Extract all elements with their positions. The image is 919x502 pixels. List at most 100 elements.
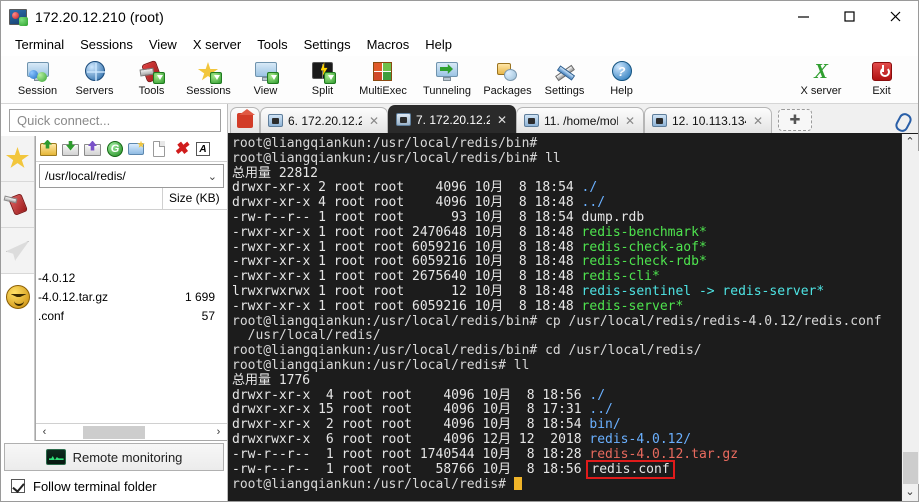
tab-session-12[interactable]: 12. 10.113.134.3 ✕	[644, 107, 772, 133]
follow-terminal-folder-checkbox[interactable]	[11, 479, 25, 493]
terminal-text: redis-benchmark*	[581, 224, 707, 240]
toolbar-xserver-button[interactable]: X X server	[789, 58, 853, 104]
terminal-output[interactable]: root@liangqiankun:/usr/local/redis/bin# r…	[228, 134, 901, 501]
toolbar-sessions-button[interactable]: Sessions	[180, 58, 237, 104]
toolbar-settings-label: Settings	[544, 85, 585, 97]
terminal-text: redis-sentinel -> redis-server*	[581, 283, 825, 299]
toolbar-split-button[interactable]: Split	[294, 58, 351, 104]
terminal-text: ../	[589, 402, 613, 418]
toolbar-servers-button[interactable]: Servers	[66, 58, 123, 104]
tab-home[interactable]	[230, 107, 260, 133]
terminal-line: root@liangqiankun:/usr/local/redis/bin# …	[232, 343, 901, 359]
scroll-up-icon[interactable]: ⌃	[902, 134, 919, 151]
list-item[interactable]: -4.0.12	[36, 268, 227, 287]
hscroll-trough[interactable]	[53, 425, 210, 439]
scroll-left-icon[interactable]: ‹	[36, 426, 53, 438]
window-title: 172.20.12.210 (root)	[35, 8, 164, 25]
chevron-down-icon[interactable]: ⌄	[208, 170, 217, 183]
send-plane-button[interactable]	[1, 228, 34, 274]
tab-close-icon[interactable]: ✕	[753, 114, 763, 128]
toolbar-packages-button[interactable]: Packages	[479, 58, 536, 104]
sftp-path-combobox[interactable]: /usr/local/redis/ ⌄	[39, 164, 224, 188]
tab-session-7[interactable]: 7. 172.20.12.21 ✕	[388, 105, 516, 133]
home-icon	[237, 109, 255, 128]
toolbar-view-button[interactable]: View	[237, 58, 294, 104]
settings-wrench-icon	[552, 60, 578, 84]
list-item[interactable]: .conf 57	[36, 306, 227, 325]
terminal-text: -rwxr-xr-x 1 root root 2470648 10月 8 18:…	[232, 224, 582, 240]
terminal-text: redis-check-rdb*	[581, 254, 707, 270]
scroll-right-icon[interactable]: ›	[210, 426, 227, 438]
toolbar-packages-label: Packages	[483, 85, 532, 97]
maximize-button[interactable]	[826, 0, 872, 32]
tab-close-icon[interactable]: ✕	[625, 114, 635, 128]
terminal-vertical-scrollbar[interactable]: ⌃ ⌄	[901, 134, 919, 501]
tools-knife-button[interactable]	[1, 182, 34, 228]
sftp-browser-panel: G ✖ A /usr/local/redis/ ⌄ Size (KB) -4.0…	[35, 136, 227, 441]
file-list-horizontal-scrollbar[interactable]: ‹ ›	[36, 423, 227, 440]
menu-item-help[interactable]: Help	[417, 35, 460, 54]
tab-close-icon[interactable]: ✕	[369, 114, 379, 128]
text-mode-icon[interactable]: A	[194, 140, 212, 158]
tab-close-icon[interactable]: ✕	[497, 113, 507, 127]
toolbar-help-button[interactable]: ? Help	[593, 58, 650, 104]
toolbar-exit-button[interactable]: Exit	[853, 58, 910, 104]
terminal-line: 总用量 22812	[232, 166, 901, 182]
sftp-file-list[interactable]: -4.0.12 -4.0.12.tar.gz 1 699 .conf 57	[36, 210, 227, 423]
menu-bar: Terminal Sessions View X server Tools Se…	[1, 33, 918, 56]
multiexec-icon	[370, 60, 396, 84]
toolbar-multiexec-button[interactable]: MultiExec	[351, 58, 415, 104]
new-folder-icon[interactable]	[128, 140, 146, 158]
menu-item-tools[interactable]: Tools	[249, 35, 295, 54]
column-size[interactable]: Size (KB)	[163, 188, 227, 209]
terminal-icon	[268, 114, 283, 127]
terminal-text: -rwxr-xr-x 1 root root 6059216 10月 8 18:…	[232, 298, 582, 314]
smiley-icon	[5, 285, 30, 309]
new-tab-button[interactable]: ✚	[778, 109, 812, 131]
tab-label: 6. 172.20.12.210	[288, 113, 362, 128]
clip-icon[interactable]	[894, 112, 910, 130]
toolbar-settings-button[interactable]: Settings	[536, 58, 593, 104]
scroll-down-icon[interactable]: ⌄	[902, 484, 919, 501]
file-name: -4.0.12.tar.gz	[38, 289, 109, 304]
toolbar-session-button[interactable]: Session	[9, 58, 66, 104]
menu-item-settings[interactable]: Settings	[296, 35, 359, 54]
terminal-area: root@liangqiankun:/usr/local/redis/bin# r…	[228, 134, 919, 501]
column-name[interactable]	[36, 188, 163, 209]
close-button[interactable]	[872, 0, 918, 32]
vscroll-thumb[interactable]	[902, 452, 918, 484]
new-file-icon[interactable]	[150, 140, 168, 158]
vscroll-trough[interactable]	[901, 151, 919, 484]
menu-item-view[interactable]: View	[141, 35, 185, 54]
tab-session-11[interactable]: 11. /home/moba ✕	[516, 107, 644, 133]
menu-item-sessions[interactable]: Sessions	[72, 35, 141, 54]
menu-item-x-server[interactable]: X server	[185, 35, 249, 54]
title-bar: 172.20.12.210 (root)	[1, 0, 918, 33]
download-icon[interactable]	[62, 140, 80, 158]
menu-item-macros[interactable]: Macros	[359, 35, 418, 54]
minimize-button[interactable]	[780, 0, 826, 32]
parent-folder-icon[interactable]	[40, 139, 58, 158]
hscroll-thumb[interactable]	[83, 425, 145, 439]
tools-knife-icon	[3, 192, 29, 216]
follow-terminal-folder-row[interactable]: Follow terminal folder	[1, 471, 227, 501]
terminal-line: drwxr-xr-x 4 root root 4096 10月 8 18:48 …	[232, 195, 901, 211]
menu-item-terminal[interactable]: Terminal	[7, 35, 72, 54]
terminal-text: -rw-r--r-- 1 root root 58766 10月 8 18:56	[232, 461, 590, 477]
delete-icon[interactable]: ✖	[172, 140, 190, 158]
bookmarks-star-button[interactable]	[1, 136, 34, 182]
tab-label: 12. 10.113.134.3	[672, 113, 746, 128]
refresh-icon[interactable]: G	[106, 140, 124, 158]
upload-icon[interactable]	[84, 140, 102, 158]
tab-bar: 6. 172.20.12.210 ✕ 7. 172.20.12.21 ✕ 11.…	[228, 104, 918, 134]
tools-knife-icon	[139, 60, 165, 84]
quick-connect-input[interactable]: Quick connect...	[9, 109, 221, 132]
smiley-button[interactable]	[1, 274, 34, 320]
app-icon	[9, 8, 28, 26]
toolbar-tunneling-button[interactable]: Tunneling	[415, 58, 479, 104]
remote-monitoring-button[interactable]: Remote monitoring	[4, 443, 224, 471]
toolbar-tools-button[interactable]: Tools	[123, 58, 180, 104]
list-item[interactable]: -4.0.12.tar.gz 1 699	[36, 287, 227, 306]
tab-session-6[interactable]: 6. 172.20.12.210 ✕	[260, 107, 388, 133]
toolbar-tunneling-label: Tunneling	[423, 85, 471, 97]
